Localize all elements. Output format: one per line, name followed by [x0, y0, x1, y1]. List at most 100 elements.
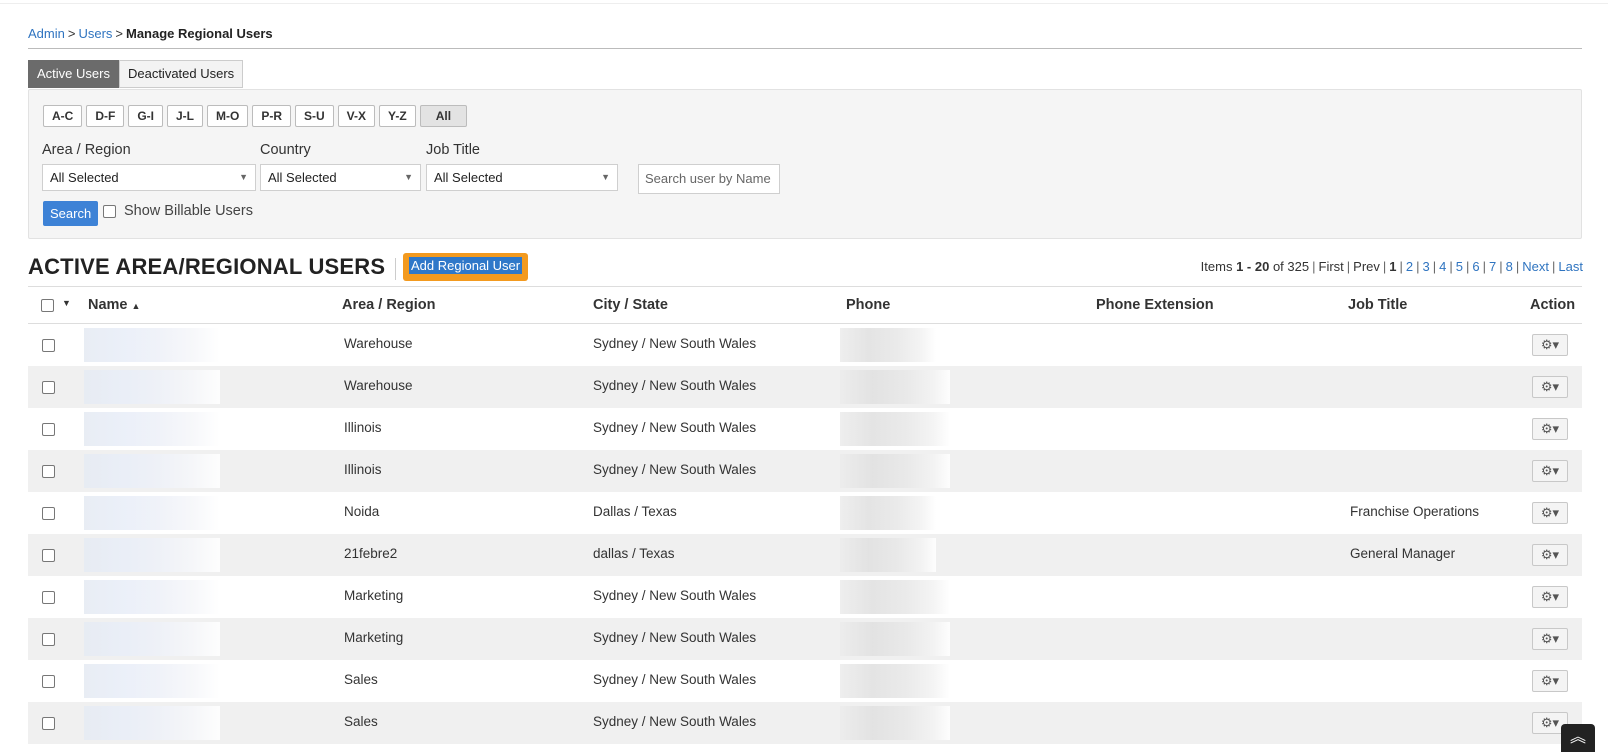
gear-icon: ⚙▾ [1540, 715, 1560, 730]
pager-page-2[interactable]: 2 [1406, 259, 1413, 274]
cell-area: Noida [344, 504, 380, 519]
table-row: Noida Dallas / Texas Franchise Operation… [28, 492, 1582, 534]
column-header-phone[interactable]: Phone [846, 297, 890, 313]
row-checkbox[interactable] [42, 381, 55, 394]
row-action-menu[interactable]: ⚙▾ [1532, 334, 1568, 356]
add-regional-user-label: Add Regional User [409, 257, 523, 274]
row-action-menu[interactable]: ⚙▾ [1532, 418, 1568, 440]
top-border [0, 0, 1608, 4]
row-checkbox[interactable] [42, 339, 55, 352]
phone-redacted [840, 706, 950, 740]
table-header: ▼ Name ▲ Area / Region City / State Phon… [28, 286, 1582, 324]
row-action-menu[interactable]: ⚙▾ [1532, 502, 1568, 524]
country-select[interactable]: All Selected ▼ [260, 164, 421, 191]
caret-down-icon: ▼ [601, 172, 610, 182]
alpha-filter-d-f[interactable]: D-F [86, 105, 125, 127]
scroll-to-top-button[interactable]: ︽ [1561, 724, 1595, 752]
name-redacted [84, 622, 220, 656]
job-title-select[interactable]: All Selected ▼ [426, 164, 618, 191]
name-redacted [84, 412, 220, 446]
name-redacted [84, 538, 220, 572]
row-action-menu[interactable]: ⚙▾ [1532, 460, 1568, 482]
cell-area: 21febre2 [344, 546, 398, 561]
breadcrumb: Admin > Users > Manage Regional Users [28, 26, 273, 41]
row-checkbox[interactable] [42, 717, 55, 730]
pager-next[interactable]: Next [1522, 259, 1549, 274]
row-checkbox[interactable] [42, 633, 55, 646]
pager-prev: Prev [1353, 259, 1380, 274]
alpha-filter-y-z[interactable]: Y-Z [379, 105, 416, 127]
show-billable-label: Show Billable Users [124, 203, 253, 219]
alpha-filter-j-l[interactable]: J-L [167, 105, 203, 127]
cell-area: Marketing [344, 630, 404, 645]
pager-first: First [1318, 259, 1344, 274]
select-menu-caret-icon[interactable]: ▼ [62, 298, 71, 308]
column-header-name[interactable]: Name ▲ [88, 297, 140, 313]
table-row: Warehouse Sydney / New South Wales ⚙▾ [28, 366, 1582, 408]
column-header-phone-extension[interactable]: Phone Extension [1096, 297, 1214, 313]
phone-redacted [840, 454, 950, 488]
tab-deactivated-users[interactable]: Deactivated Users [118, 60, 244, 88]
alpha-filter-p-r[interactable]: P-R [252, 105, 291, 127]
row-action-menu[interactable]: ⚙▾ [1532, 376, 1568, 398]
cell-area: Illinois [344, 420, 382, 435]
row-action-menu[interactable]: ⚙▾ [1532, 628, 1568, 650]
breadcrumb-admin-link[interactable]: Admin [28, 26, 65, 41]
alpha-filter-a-c[interactable]: A-C [43, 105, 83, 127]
gear-icon: ⚙▾ [1540, 463, 1560, 478]
sort-asc-icon: ▲ [131, 301, 141, 311]
cell-city: Sydney / New South Wales [593, 378, 757, 393]
row-checkbox[interactable] [42, 423, 55, 436]
phone-redacted [840, 580, 950, 614]
phone-redacted [840, 622, 950, 656]
name-redacted [84, 454, 220, 488]
add-regional-user-button[interactable]: Add Regional User [403, 253, 529, 281]
alpha-filter-g-i[interactable]: G-I [128, 105, 163, 127]
name-redacted [84, 328, 220, 362]
column-header-city[interactable]: City / State [593, 297, 668, 313]
row-action-menu[interactable]: ⚙▾ [1532, 586, 1568, 608]
caret-down-icon: ▼ [239, 172, 248, 182]
pager-last[interactable]: Last [1558, 259, 1583, 274]
pager-range: 1 - 20 [1236, 259, 1270, 274]
pager-page-5[interactable]: 5 [1456, 259, 1463, 274]
table-row: Marketing Sydney / New South Wales ⚙▾ [28, 618, 1582, 660]
gear-icon: ⚙▾ [1540, 673, 1560, 688]
user-status-tabs: Active Users Deactivated Users [28, 60, 244, 88]
area-region-select[interactable]: All Selected ▼ [42, 164, 256, 191]
row-checkbox[interactable] [42, 675, 55, 688]
tab-active-users[interactable]: Active Users [28, 60, 119, 88]
column-header-job-title[interactable]: Job Title [1348, 297, 1407, 313]
breadcrumb-users-link[interactable]: Users [78, 26, 112, 41]
alpha-filter-v-x[interactable]: V-X [337, 105, 376, 127]
pager-items-prefix: Items [1200, 259, 1233, 274]
name-redacted [84, 664, 220, 698]
select-all-checkbox[interactable] [41, 299, 54, 312]
cell-city: dallas / Texas [593, 546, 675, 561]
table-row: Illinois Sydney / New South Wales ⚙▾ [28, 408, 1582, 450]
column-name-label: Name [88, 297, 128, 313]
table-row: Marketing Sydney / New South Wales ⚙▾ [28, 576, 1582, 618]
search-user-input[interactable]: Search user by Name [638, 164, 780, 194]
row-checkbox[interactable] [42, 549, 55, 562]
pager-page-6[interactable]: 6 [1472, 259, 1479, 274]
pager-page-4[interactable]: 4 [1439, 259, 1446, 274]
row-action-menu[interactable]: ⚙▾ [1532, 544, 1568, 566]
phone-redacted [840, 496, 936, 530]
alpha-filter-m-o[interactable]: M-O [207, 105, 249, 127]
row-action-menu[interactable]: ⚙▾ [1532, 670, 1568, 692]
row-checkbox[interactable] [42, 591, 55, 604]
pager-page-8[interactable]: 8 [1506, 259, 1513, 274]
pager-page-3[interactable]: 3 [1423, 259, 1430, 274]
row-checkbox[interactable] [42, 465, 55, 478]
alpha-filter-s-u[interactable]: S-U [295, 105, 334, 127]
row-checkbox[interactable] [42, 507, 55, 520]
cell-area: Warehouse [344, 336, 413, 351]
alpha-filter-all[interactable]: All [419, 105, 468, 127]
column-header-area[interactable]: Area / Region [342, 297, 435, 313]
show-billable-checkbox[interactable] [103, 204, 116, 218]
pager-page-7[interactable]: 7 [1489, 259, 1496, 274]
column-header-action: Action [1530, 297, 1576, 313]
search-button[interactable]: Search [43, 201, 99, 226]
name-redacted [84, 580, 220, 614]
